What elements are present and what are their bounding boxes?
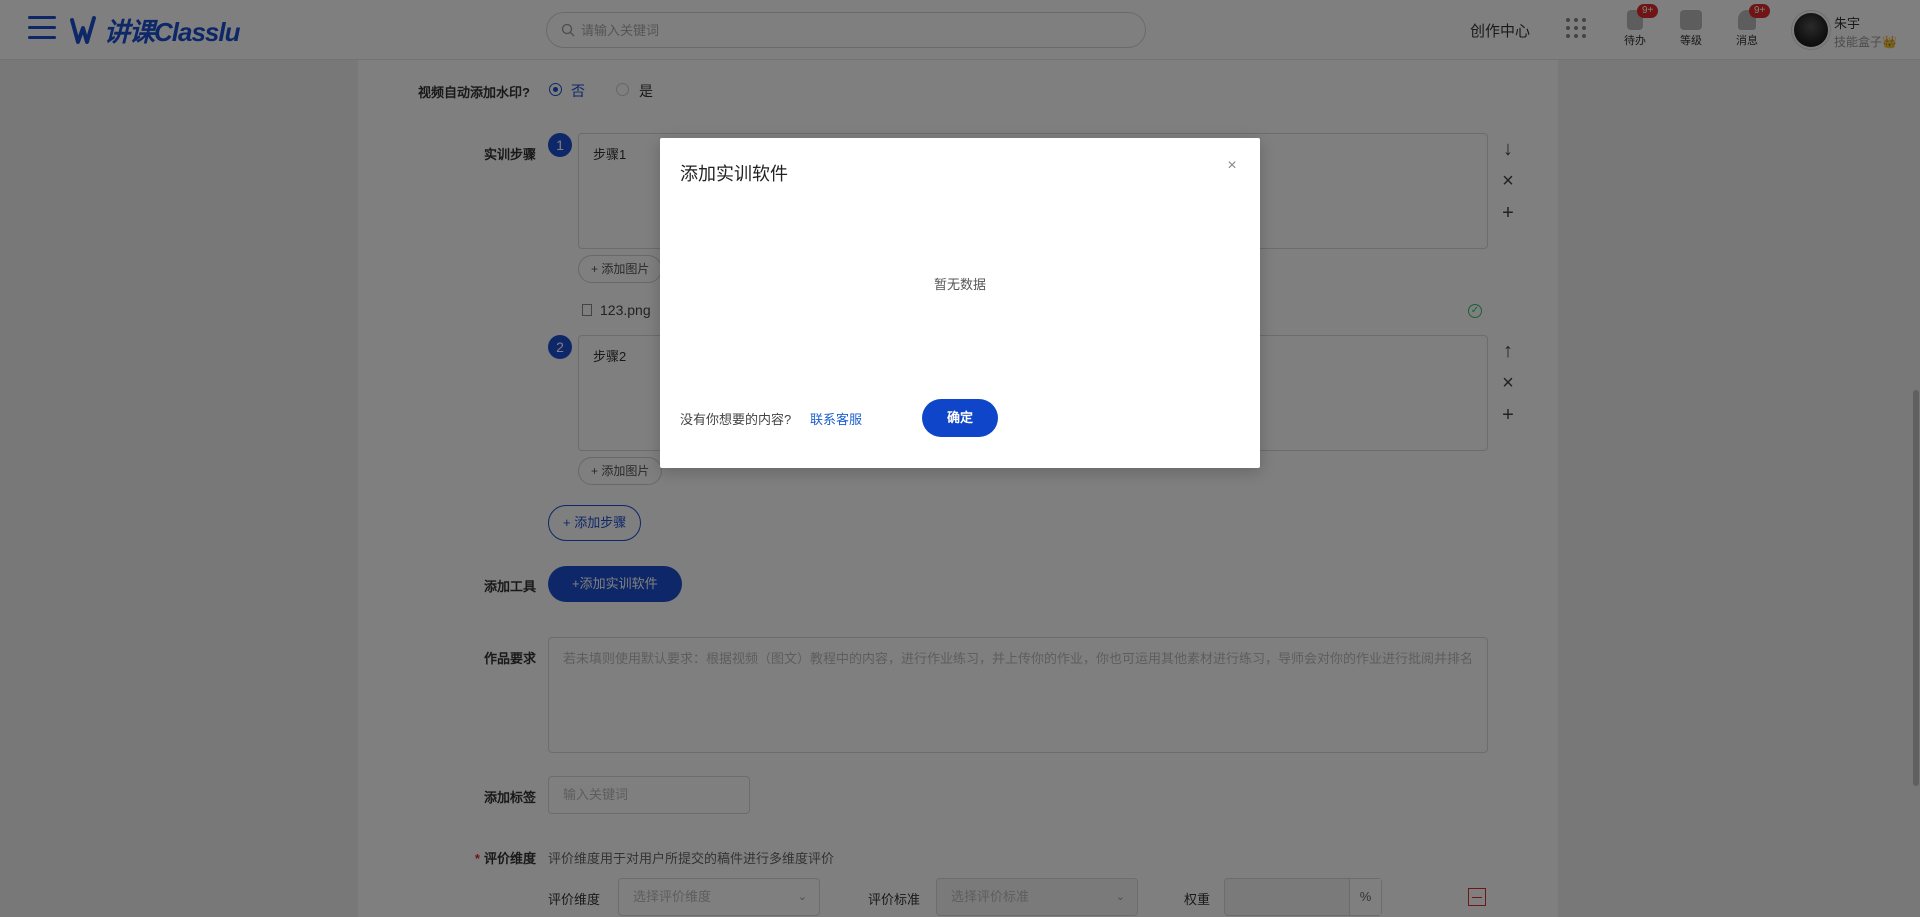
close-icon[interactable]: × [1222, 156, 1242, 176]
contact-support-link[interactable]: 联系客服 [810, 409, 862, 428]
add-software-modal: 添加实训软件 × 暂无数据 没有你想要的内容? 联系客服 确定 [660, 138, 1260, 468]
modal-question: 没有你想要的内容? [680, 412, 792, 427]
confirm-button[interactable]: 确定 [922, 399, 998, 437]
empty-state-text: 暂无数据 [933, 277, 986, 292]
modal-title: 添加实训软件 [680, 164, 788, 184]
